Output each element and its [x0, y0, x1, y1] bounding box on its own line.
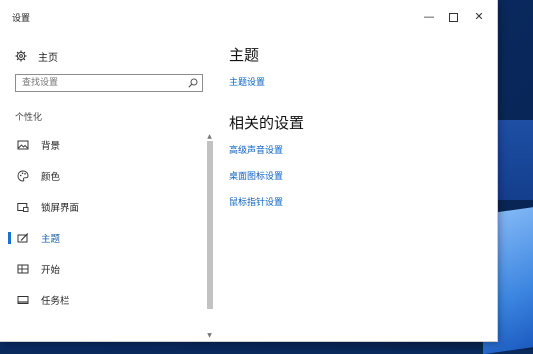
sidebar-item-label: 任务栏 — [41, 296, 70, 307]
scroll-down-arrow-icon[interactable]: ▼ — [206, 333, 213, 339]
main-content: 主题 主题设置 相关的设置 高级声音设置 桌面图标设置 鼠标指针设置 — [229, 36, 489, 336]
search-input[interactable] — [22, 76, 182, 90]
sidebar-item-lockscreen[interactable]: 锁屏界面 — [0, 194, 204, 220]
start-tiles-icon — [17, 264, 29, 274]
taskbar-icon — [17, 296, 29, 304]
picture-icon — [17, 140, 29, 150]
wallpaper-light-beam — [496, 120, 533, 200]
sidebar-item-background[interactable]: 背景 — [0, 132, 204, 158]
sidebar-item-label: 锁屏界面 — [41, 203, 80, 214]
scrollbar-thumb[interactable] — [207, 141, 213, 309]
sidebar-scrollbar[interactable]: ▲ ▼ — [206, 134, 213, 339]
title-bar[interactable]: 设置 — ✕ — [0, 0, 497, 36]
sidebar: 主页 个性化 背景 颜色 — [0, 36, 216, 341]
theme-settings-link[interactable]: 主题设置 — [229, 75, 265, 88]
search-box[interactable] — [15, 74, 203, 92]
page-title: 主题 — [229, 46, 260, 64]
section-label: 个性化 — [15, 113, 43, 123]
theme-brush-icon — [17, 233, 29, 243]
search-icon[interactable] — [188, 78, 198, 88]
advanced-sound-settings-link[interactable]: 高级声音设置 — [229, 143, 283, 156]
sidebar-item-colors[interactable]: 颜色 — [0, 163, 204, 189]
sidebar-item-label: 开始 — [41, 265, 61, 276]
sidebar-item-taskbar[interactable]: 任务栏 — [0, 287, 204, 313]
mouse-pointer-settings-link[interactable]: 鼠标指针设置 — [229, 195, 283, 208]
close-button[interactable]: ✕ — [468, 6, 490, 28]
sidebar-item-home[interactable]: 主页 — [15, 47, 58, 65]
maximize-button[interactable] — [442, 6, 464, 28]
sidebar-item-label: 颜色 — [41, 172, 61, 183]
related-settings-heading: 相关的设置 — [229, 114, 305, 132]
sidebar-item-theme[interactable]: 主题 — [0, 225, 204, 251]
sidebar-item-label: 主页 — [38, 52, 58, 64]
scroll-up-arrow-icon[interactable]: ▲ — [206, 134, 213, 140]
sidebar-item-label: 主题 — [41, 234, 61, 245]
settings-window: 设置 — ✕ 主页 个性化 — [0, 0, 497, 341]
minimize-button[interactable]: — — [418, 6, 440, 28]
sidebar-item-start[interactable]: 开始 — [0, 256, 204, 282]
window-title: 设置 — [12, 14, 31, 24]
maximize-icon — [448, 12, 458, 22]
palette-icon — [17, 170, 29, 182]
lockscreen-icon — [17, 203, 29, 212]
sidebar-item-label: 背景 — [41, 141, 61, 152]
gear-icon — [15, 50, 27, 62]
desktop-icon-settings-link[interactable]: 桌面图标设置 — [229, 169, 283, 182]
